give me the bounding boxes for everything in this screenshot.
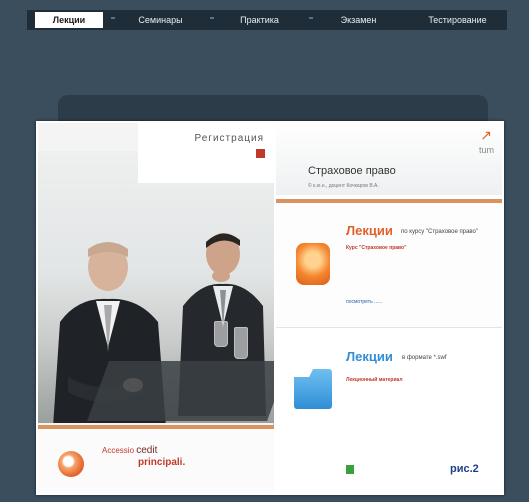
- separator: [210, 17, 214, 19]
- glass: [214, 321, 228, 347]
- section-heading[interactable]: Лекции: [346, 349, 393, 364]
- tab-practice[interactable]: Практика: [210, 10, 309, 30]
- section-heading-suffix: по курсу "Страховое право": [401, 229, 479, 235]
- top-navigation: Лекции Семинары Практика Экзамен Тестиро…: [27, 10, 507, 30]
- page-title: Страховое право: [308, 165, 396, 177]
- logo-text: tum: [478, 145, 494, 155]
- banner-text-2: principali.: [138, 457, 186, 468]
- business-photo: [38, 151, 274, 423]
- registration-box[interactable]: Регистрация: [138, 123, 274, 183]
- tab-exam[interactable]: Экзамен: [309, 10, 408, 30]
- tab-label: Семинары: [138, 15, 183, 25]
- banner-word: cedit: [136, 445, 158, 456]
- banner-text-1: Accessio cedit: [102, 445, 157, 456]
- play-icon[interactable]: [346, 465, 354, 474]
- material-label: Лекционный материал: [346, 377, 403, 383]
- left-banner: Accessio cedit principali.: [38, 429, 274, 493]
- blue-folder-icon[interactable]: [294, 369, 332, 409]
- registration-label[interactable]: Регистрация: [195, 133, 264, 144]
- tab-label: Лекции: [52, 15, 86, 25]
- right-header: ↗ tum Страховое право © к.ю.н., доцент К…: [276, 123, 502, 195]
- lectures-course-section: Лекции по курсу "Страховое право" Курс "…: [276, 203, 502, 328]
- course-label: Курс "Страховое право": [346, 245, 407, 251]
- registration-marker: [256, 149, 265, 158]
- page-subtitle: © к.ю.н., доцент Кочкаров В.А.: [308, 183, 379, 189]
- tab-label: Практика: [240, 15, 279, 25]
- section-heading-suffix: в формате *.swf: [402, 355, 447, 361]
- tab-lectures[interactable]: Лекции: [35, 12, 103, 28]
- lecture-orange-icon[interactable]: [296, 243, 330, 285]
- tab-seminars[interactable]: Семинары: [111, 10, 210, 30]
- separator: [309, 17, 313, 19]
- meeting-table: [87, 361, 274, 421]
- lectures-swf-section: Лекции в формате *.swf Лекционный матери…: [276, 329, 502, 493]
- content-frame: Регистрация Accessio cedit principali. ↗…: [36, 121, 504, 495]
- banner-word: Accessio: [102, 446, 135, 455]
- tab-testing[interactable]: Тестирование: [408, 10, 507, 30]
- tab-label: Тестирование: [428, 15, 487, 25]
- right-page: ↗ tum Страховое право © к.ю.н., доцент К…: [276, 123, 502, 493]
- arrow-icon: ↗: [480, 127, 492, 143]
- material-line: Лекционный материал: [346, 377, 496, 383]
- left-page: Регистрация Accessio cedit principali.: [38, 123, 274, 493]
- tab-label: Экзамен: [340, 15, 377, 25]
- course-label-line: Курс "Страховое право": [346, 245, 496, 251]
- more-link[interactable]: посмотреть ......: [346, 299, 382, 305]
- glass: [234, 327, 248, 359]
- section-heading[interactable]: Лекции: [346, 223, 393, 238]
- orange-ball-icon: [58, 451, 84, 477]
- figure-caption: рис.2: [450, 463, 479, 475]
- separator: [111, 17, 115, 19]
